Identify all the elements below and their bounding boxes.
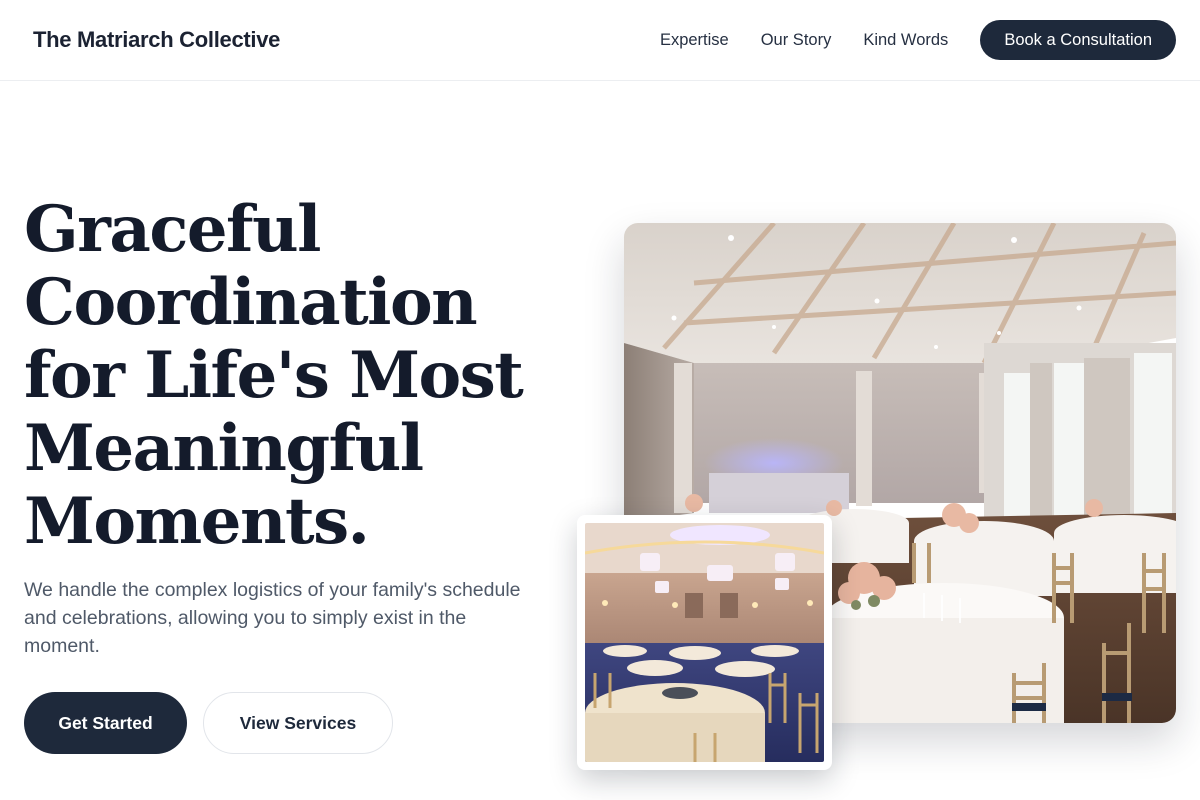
get-started-button[interactable]: Get Started (24, 692, 187, 754)
ballroom-illustration (585, 523, 824, 762)
site-header: The Matriarch Collective Expertise Our S… (0, 0, 1200, 81)
hero-title: Graceful Coordination for Life's Most Me… (24, 192, 524, 559)
nav-link-our-story[interactable]: Our Story (761, 31, 832, 50)
ballroom-photo-card (577, 515, 832, 770)
hero-subtitle: We handle the complex logistics of your … (24, 579, 521, 657)
ballroom-chandeliers-photo (585, 523, 824, 762)
view-services-button[interactable]: View Services (203, 692, 393, 754)
book-consultation-button[interactable]: Book a Consultation (980, 20, 1176, 60)
nav-link-expertise[interactable]: Expertise (660, 31, 729, 50)
nav-link-kind-words[interactable]: Kind Words (863, 31, 948, 50)
main-nav: Expertise Our Story Kind Words Book a Co… (660, 20, 1176, 60)
brand-logo-text[interactable]: The Matriarch Collective (33, 27, 280, 53)
